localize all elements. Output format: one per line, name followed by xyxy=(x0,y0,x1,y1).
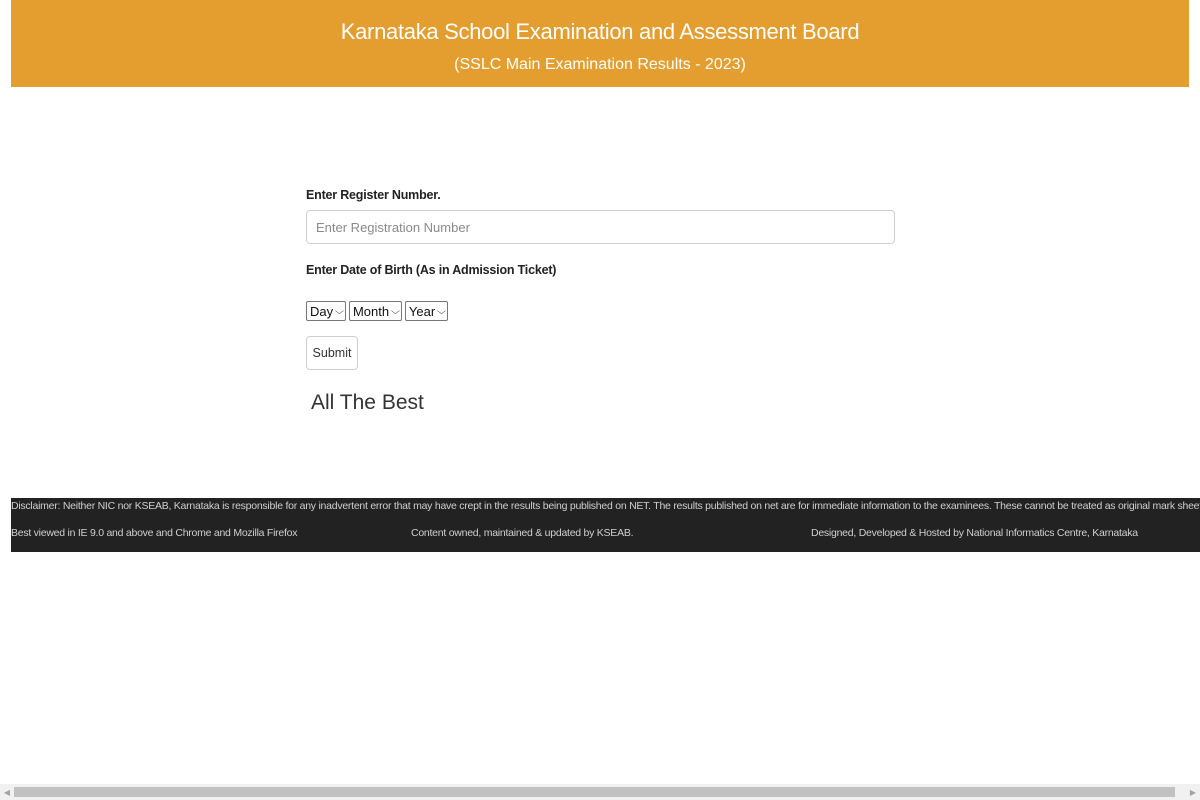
footer: Disclaimer: Neither NIC nor KSEAB, Karna… xyxy=(11,498,1200,552)
arrow-left-icon[interactable]: ◀ xyxy=(0,784,14,800)
register-number-label: Enter Register Number. xyxy=(306,188,441,202)
chevron-down-icon: ⌵ xyxy=(437,305,447,316)
hosting-note: Designed, Developed & Hosted by National… xyxy=(811,527,1138,539)
dob-label: Enter Date of Birth (As in Admission Tic… xyxy=(306,263,557,277)
results-page: Karnataka School Examination and Assessm… xyxy=(0,0,1200,800)
chevron-down-icon: ⌵ xyxy=(391,305,400,316)
register-number-input[interactable] xyxy=(306,210,895,244)
header-banner: Karnataka School Examination and Assessm… xyxy=(11,0,1189,87)
scrollbar-thumb[interactable] xyxy=(14,787,1175,797)
year-select[interactable]: Year ⌵ xyxy=(404,301,449,321)
content-note: Content owned, maintained & updated by K… xyxy=(411,527,634,539)
browser-note: Best viewed in IE 9.0 and above and Chro… xyxy=(11,527,298,539)
month-select[interactable]: Month ⌵ xyxy=(348,301,402,321)
disclaimer-text: Disclaimer: Neither NIC nor KSEAB, Karna… xyxy=(11,500,1200,512)
horizontal-scrollbar[interactable]: ◀ ▶ xyxy=(0,784,1200,800)
day-select-value: Day xyxy=(310,303,334,319)
year-select-value: Year xyxy=(408,303,436,319)
dob-selects: Day ⌵ Month ⌵ Year ⌵ xyxy=(306,301,449,321)
chevron-down-icon: ⌵ xyxy=(335,305,344,316)
page-subtitle: (SSLC Main Examination Results - 2023) xyxy=(454,56,746,73)
month-select-value: Month xyxy=(352,303,390,319)
day-select[interactable]: Day ⌵ xyxy=(306,301,346,321)
page-title: Karnataka School Examination and Assessm… xyxy=(340,19,860,44)
arrow-right-icon[interactable]: ▶ xyxy=(1186,784,1200,800)
all-the-best-message: All The Best xyxy=(311,391,424,414)
submit-button[interactable]: Submit xyxy=(306,336,358,370)
